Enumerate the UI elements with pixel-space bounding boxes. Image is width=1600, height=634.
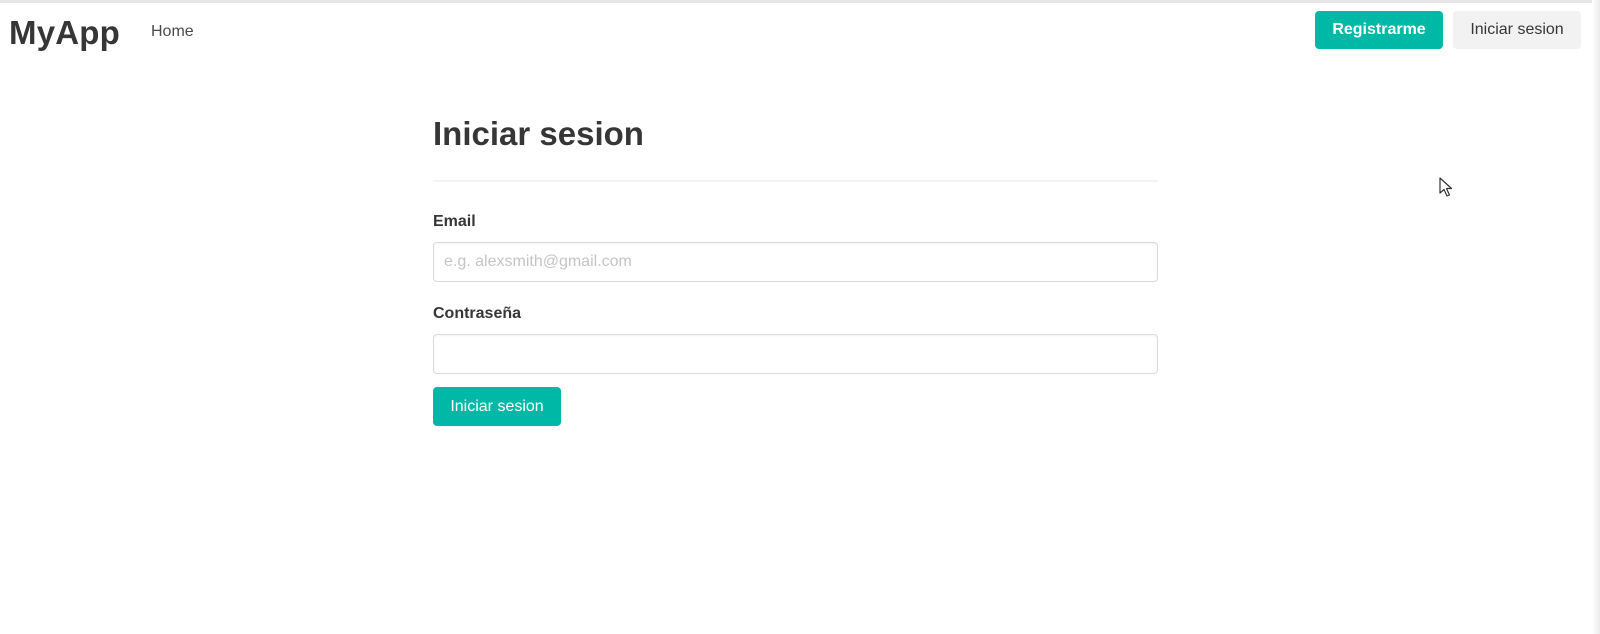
password-field[interactable] bbox=[433, 334, 1158, 374]
login-submit-button[interactable]: Iniciar sesion bbox=[433, 387, 561, 426]
password-label: Contraseña bbox=[433, 305, 522, 322]
register-button[interactable]: Registrarme bbox=[1315, 11, 1443, 49]
email-label: Email bbox=[433, 213, 476, 230]
login-nav-button[interactable]: Iniciar sesion bbox=[1453, 11, 1581, 49]
mouse-pointer-icon bbox=[1439, 177, 1453, 197]
title-divider bbox=[433, 180, 1158, 182]
window-scrollbar-edge[interactable] bbox=[1592, 0, 1600, 634]
login-form: Iniciar sesion Email Contraseña Iniciar … bbox=[433, 110, 1158, 426]
email-field[interactable] bbox=[433, 242, 1158, 282]
nav-home-link[interactable]: Home bbox=[151, 22, 194, 42]
navbar: MyApp Home Registrarme Iniciar sesion bbox=[0, 3, 1590, 63]
brand-logo[interactable]: MyApp bbox=[9, 13, 120, 53]
page-title: Iniciar sesion bbox=[433, 115, 644, 152]
